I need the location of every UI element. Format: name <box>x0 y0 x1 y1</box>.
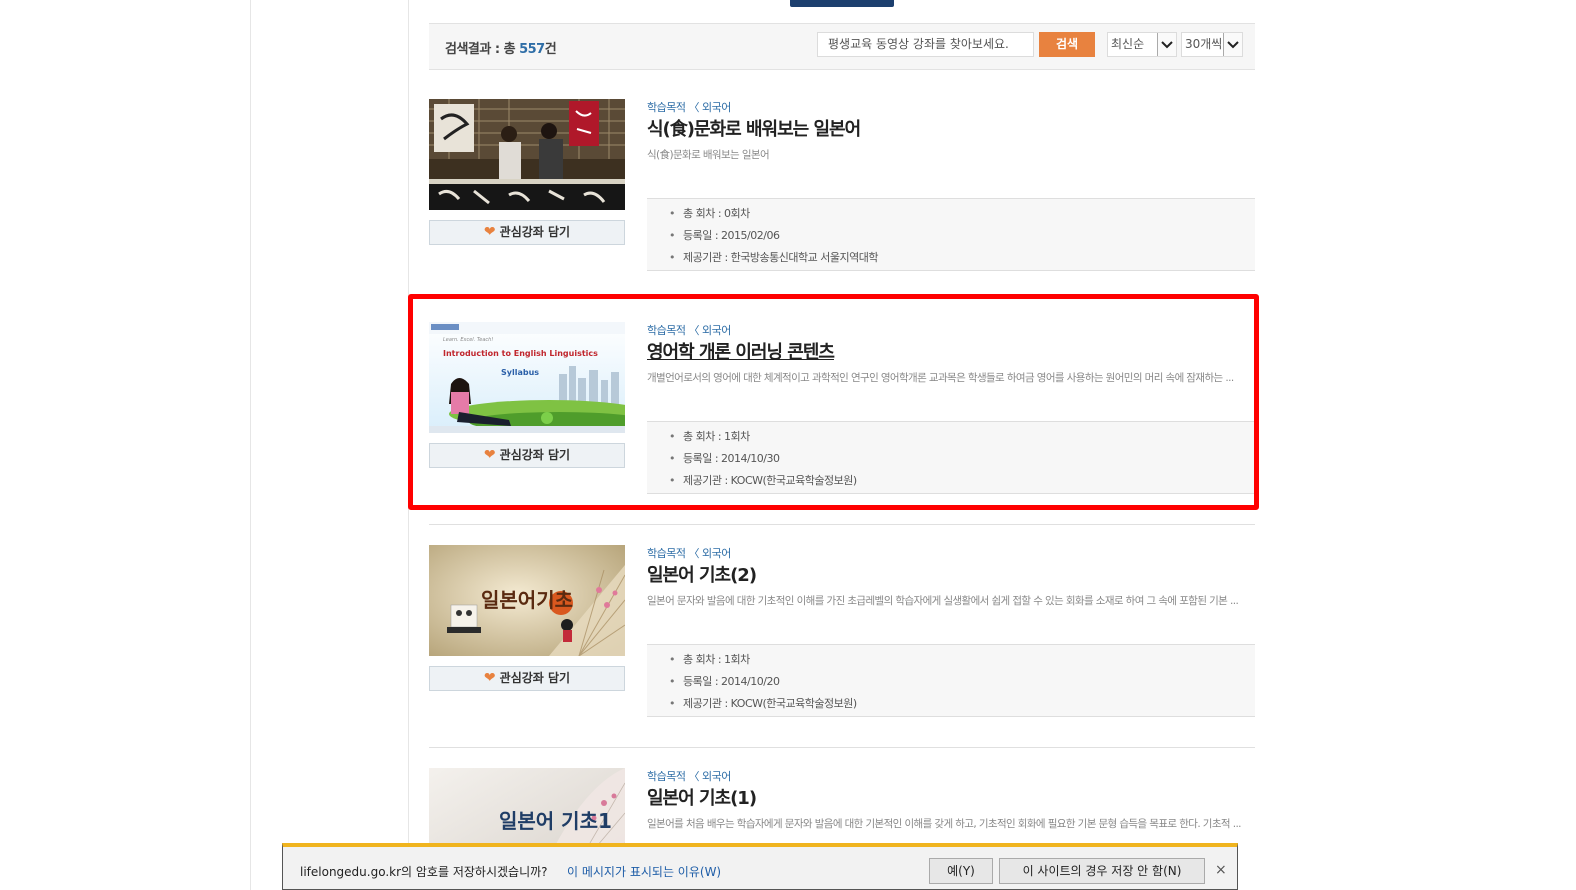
heart-icon: ❤ <box>483 224 496 240</box>
never-save-password-button[interactable]: 이 사이트의 경우 저장 안 함(N) <box>999 858 1205 884</box>
chevron-down-icon[interactable] <box>1223 33 1242 56</box>
course-description: 일본어 문자와 발음에 대한 기초적인 이해를 가진 초급레벨의 학습자에게 실… <box>647 595 1239 607</box>
course-category[interactable]: 학습목적 〈 외국어 <box>647 545 731 561</box>
search-bar: 검색결과 : 총 557건 평생교육 동영상 강좌를 찾아보세요. 검색 최신순… <box>429 23 1255 70</box>
close-icon[interactable]: × <box>1215 862 1227 878</box>
course-description: 일본어를 처음 배우는 학습자에게 문자와 발음에 대한 기본적인 이해를 갖게… <box>647 818 1242 830</box>
result-count-number: 557 <box>519 42 545 57</box>
course-meta: 총 회차 : 0회차 등록일 : 2015/02/06 제공기관 : 한국방송통… <box>647 198 1255 271</box>
sort-select-value: 최신순 <box>1111 37 1145 51</box>
course-category[interactable]: 학습목적 〈 외국어 <box>647 99 731 115</box>
header-tab-edge[interactable] <box>790 0 894 7</box>
course-title[interactable]: 일본어 기초(2) <box>647 561 757 587</box>
heart-icon: ❤ <box>483 670 496 686</box>
course-sessions: 총 회차 : 0회차 <box>669 203 1255 225</box>
course-title[interactable]: 일본어 기초(1) <box>647 784 757 810</box>
save-password-bar: lifelongedu.go.kr의 암호를 저장하시겠습니까? 이 메시지가 … <box>282 843 1238 890</box>
why-message-link[interactable]: 이 메시지가 표시되는 이유(W) <box>567 863 721 880</box>
course-title[interactable]: 식(食)문화로 배워보는 일본어 <box>647 115 861 141</box>
highlight-box <box>408 294 1259 510</box>
course-provider: 제공기관 : KOCW(한국교육학술정보원) <box>669 693 1255 715</box>
add-favorite-button[interactable]: ❤ 관심강좌 담기 <box>429 220 625 245</box>
course-description: 식(食)문화로 배워보는 일본어 <box>647 149 770 161</box>
result-count: 검색결과 : 총 557건 <box>445 38 557 57</box>
chevron-down-icon[interactable] <box>1157 33 1176 56</box>
list-separator <box>429 747 1255 748</box>
search-button[interactable]: 검색 <box>1039 32 1095 57</box>
thumb-title: 일본어기초 <box>481 588 573 612</box>
course-sessions: 총 회차 : 1회차 <box>669 649 1255 671</box>
page: 검색결과 : 총 557건 평생교육 동영상 강좌를 찾아보세요. 검색 최신순… <box>0 0 1576 890</box>
course-registered-date: 등록일 : 2015/02/06 <box>669 225 1255 247</box>
list-separator <box>429 524 1255 525</box>
result-count-suffix: 건 <box>544 42 557 57</box>
course-provider: 제공기관 : 한국방송통신대학교 서울지역대학 <box>669 247 1255 269</box>
layout-divider-left <box>250 0 251 890</box>
course-meta: 총 회차 : 1회차 등록일 : 2014/10/20 제공기관 : KOCW(… <box>647 644 1255 717</box>
add-favorite-button[interactable]: ❤ 관심강좌 담기 <box>429 666 625 691</box>
sort-select[interactable]: 최신순 <box>1107 32 1177 57</box>
search-input[interactable]: 평생교육 동영상 강좌를 찾아보세요. <box>817 32 1034 57</box>
course-thumbnail[interactable]: 일본어기초 <box>429 545 625 656</box>
add-favorite-label: 관심강좌 담기 <box>499 225 571 239</box>
save-password-message: lifelongedu.go.kr의 암호를 저장하시겠습니까? <box>300 865 548 879</box>
course-registered-date: 등록일 : 2014/10/20 <box>669 671 1255 693</box>
course-category[interactable]: 학습목적 〈 외국어 <box>647 768 731 784</box>
add-favorite-label: 관심강좌 담기 <box>499 671 571 685</box>
save-password-yes-button[interactable]: 예(Y) <box>929 858 993 884</box>
per-page-select-value: 30개씩 <box>1185 37 1223 51</box>
per-page-select[interactable]: 30개씩 <box>1181 32 1243 57</box>
thumb-title: 일본어 기초1 <box>499 809 612 833</box>
result-count-label: 검색결과 : 총 <box>445 42 520 57</box>
course-thumbnail[interactable] <box>429 99 625 210</box>
